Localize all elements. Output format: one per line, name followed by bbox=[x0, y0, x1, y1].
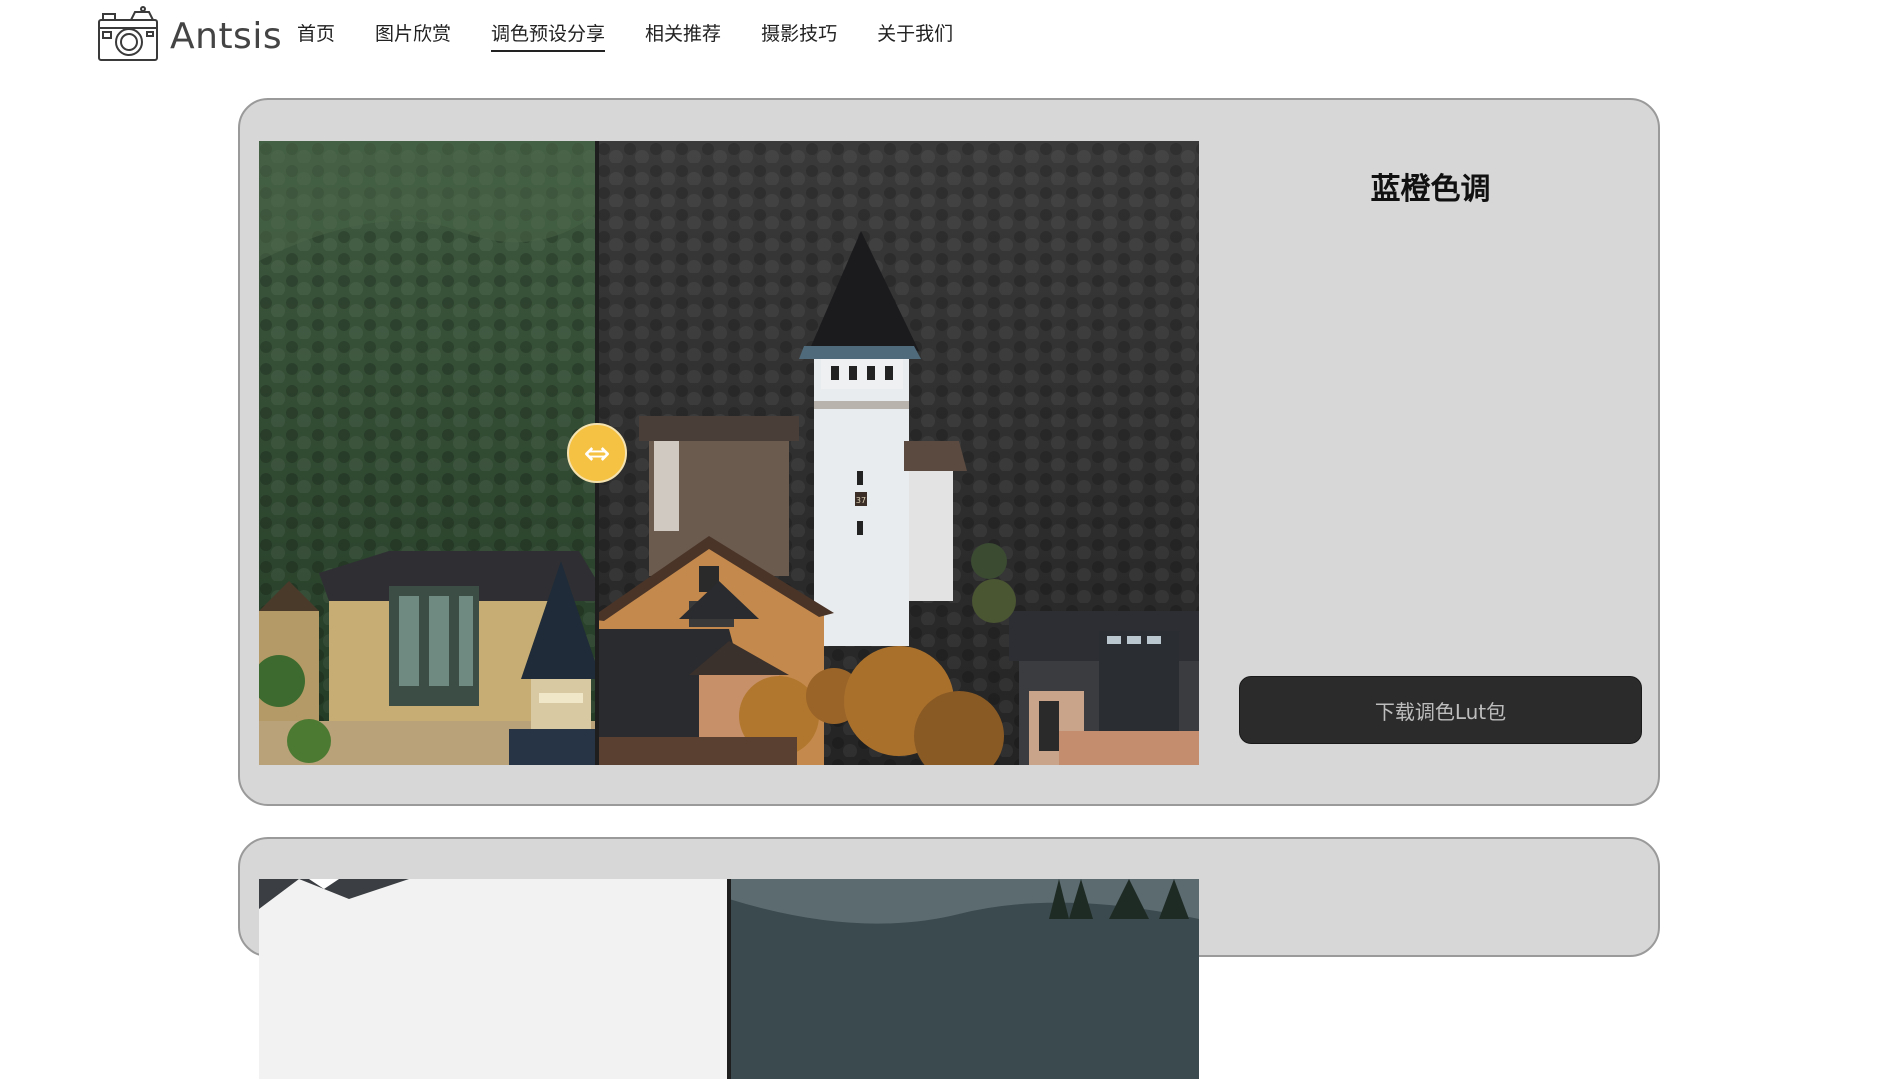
compare-divider[interactable] bbox=[727, 879, 731, 1079]
nav-item-home[interactable]: 首页 bbox=[297, 20, 335, 52]
brand-logo[interactable]: Antsis bbox=[97, 6, 282, 66]
nav-item-gallery[interactable]: 图片欣赏 bbox=[375, 20, 451, 52]
preset-card: 37 ⇔ 蓝橙色调 下载调色Lut包 bbox=[238, 98, 1660, 806]
top-bar: Antsis 首页 图片欣赏 调色预设分享 相关推荐 摄影技巧 关于我们 bbox=[0, 0, 1898, 70]
download-lut-button[interactable]: 下载调色Lut包 bbox=[1239, 676, 1642, 744]
brand-name: Antsis bbox=[170, 15, 283, 57]
before-after-compare[interactable]: 37 ⇔ bbox=[259, 141, 1199, 765]
before-after-compare[interactable] bbox=[259, 879, 1199, 1079]
preset-title: 蓝橙色调 bbox=[1370, 172, 1491, 207]
nav-item-presets[interactable]: 调色预设分享 bbox=[491, 20, 606, 52]
nav-item-recommend[interactable]: 相关推荐 bbox=[645, 20, 721, 52]
nav-item-tips[interactable]: 摄影技巧 bbox=[761, 20, 837, 52]
house-number: 37 bbox=[856, 496, 866, 505]
compare-handle[interactable]: ⇔ bbox=[567, 423, 627, 483]
preset-card bbox=[238, 837, 1660, 1079]
landscape-photo: 37 bbox=[259, 141, 1199, 765]
camera-icon bbox=[97, 6, 159, 66]
nav-item-about[interactable]: 关于我们 bbox=[877, 20, 953, 52]
main-nav: 首页 图片欣赏 调色预设分享 相关推荐 摄影技巧 关于我们 bbox=[297, 20, 993, 52]
